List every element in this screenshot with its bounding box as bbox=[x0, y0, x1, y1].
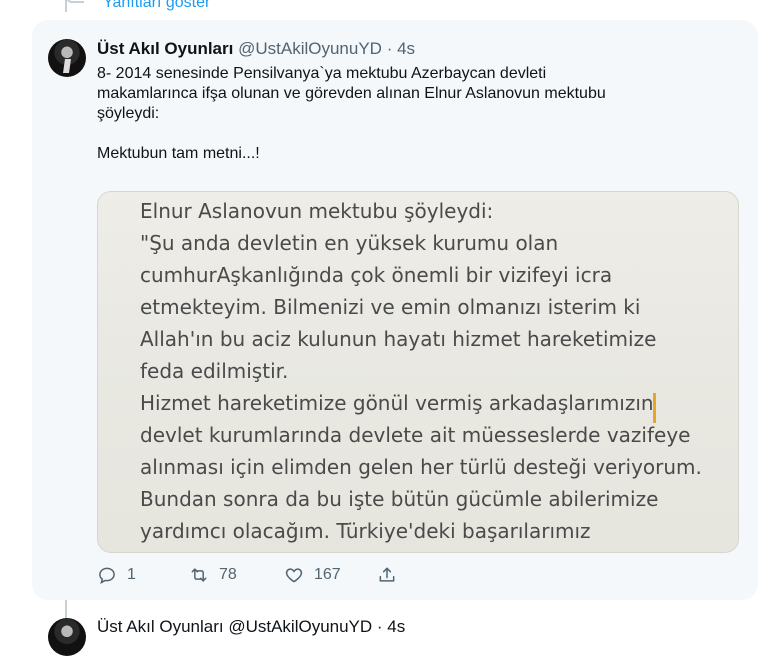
image-text-line: Bundan sonra da bu işte bütün gücümle ab… bbox=[140, 487, 659, 511]
retweet-count: 78 bbox=[219, 566, 237, 583]
like-count: 167 bbox=[314, 566, 341, 583]
text-cursor bbox=[653, 393, 656, 423]
image-text-line: Allah'ın bu aciz kulunun hayatı hizmet h… bbox=[140, 327, 657, 351]
tweet-text-line: makamlarınca ifşa olunan ve görevden alı… bbox=[97, 85, 606, 102]
reply-icon bbox=[99, 567, 115, 585]
tweet-time[interactable]: 4s bbox=[397, 39, 415, 58]
separator-dot: · bbox=[386, 39, 393, 58]
image-text-line: feda edilmiştir. bbox=[140, 359, 289, 383]
show-replies-link[interactable]: Yanıtları göster bbox=[103, 0, 210, 12]
tweet-header: Üst Akıl Oyunları @UstAkilOyunuYD · 4s bbox=[97, 39, 415, 59]
reply-count: 1 bbox=[127, 566, 136, 583]
image-text-line: alınması için elimden gelen her türlü de… bbox=[140, 455, 702, 479]
retweet-button[interactable]: 78 bbox=[189, 565, 237, 585]
image-text-line: Hizmet hareketimize gönül vermiş arkadaş… bbox=[140, 391, 654, 415]
image-text-line: Elnur Aslanovun mektubu şöyleydi: bbox=[140, 199, 494, 223]
tweet-image[interactable]: Elnur Aslanovun mektubu şöyleydi: "Şu an… bbox=[97, 191, 739, 553]
tweet-text: 8- 2014 senesinde Pensilvanya`ya mektubu… bbox=[97, 64, 737, 164]
share-icon bbox=[379, 567, 395, 582]
reply-button[interactable]: 1 bbox=[97, 565, 136, 585]
tweet-text-line: şöyleydi: bbox=[97, 105, 160, 122]
author-name[interactable]: Üst Akıl Oyunları bbox=[97, 39, 233, 58]
heart-icon bbox=[285, 568, 303, 583]
author-handle[interactable]: @UstAkilOyunuYD bbox=[238, 39, 382, 58]
next-tweet-header: Üst Akıl Oyunları @UstAkilOyunuYD · 4s bbox=[97, 617, 406, 636]
like-button[interactable]: 167 bbox=[284, 565, 341, 585]
image-text-line: devlet kurumlarında devlete ait müessesl… bbox=[140, 423, 691, 447]
image-text-line: "Şu anda devletin en yüksek kurumu olan bbox=[140, 231, 559, 255]
avatar[interactable] bbox=[48, 39, 86, 77]
image-text-line: etmekteyim. Bilmenizi ve emin olmanızı i… bbox=[140, 295, 641, 319]
tweet-text-line: Mektubun tam metni...! bbox=[97, 145, 260, 162]
retweet-icon bbox=[191, 568, 207, 582]
next-tweet-avatar[interactable] bbox=[48, 618, 86, 656]
reply-connector bbox=[66, 0, 84, 14]
image-text-line: yardımcı olacağım. Türkiye'deki başarıla… bbox=[140, 519, 591, 543]
share-button[interactable] bbox=[377, 565, 407, 585]
tweet-text-line: 8- 2014 senesinde Pensilvanya`ya mektubu… bbox=[97, 65, 547, 82]
image-text-line: cumhurAşkanlığında çok önemli bir vizife… bbox=[140, 263, 613, 287]
